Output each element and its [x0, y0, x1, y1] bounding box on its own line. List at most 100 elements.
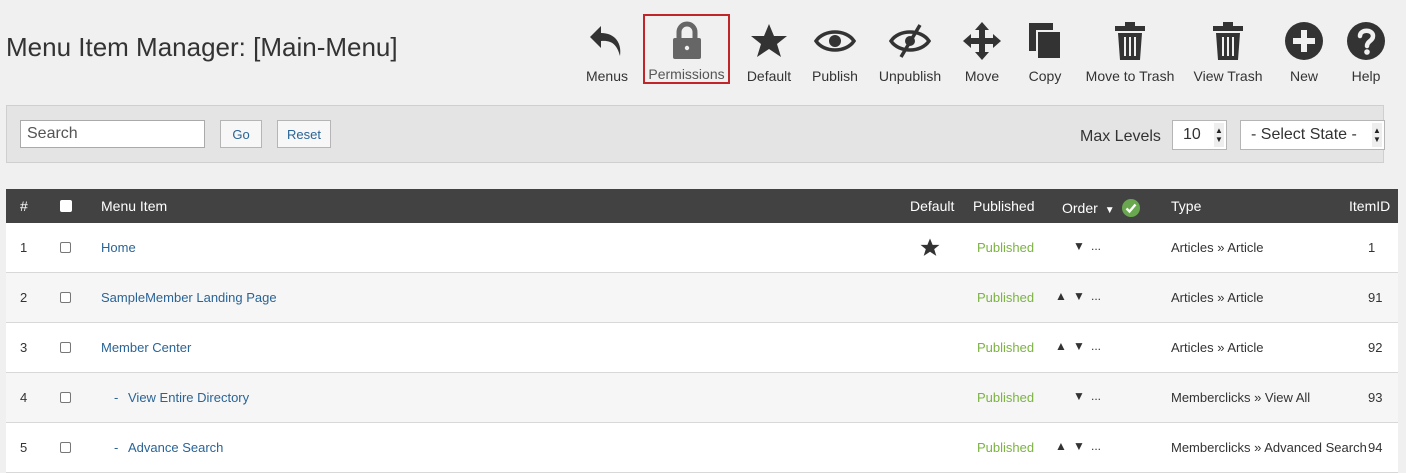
order-up-icon[interactable]: ▲	[1055, 439, 1067, 453]
header-item-id[interactable]: ItemID	[1349, 198, 1390, 214]
copy-button[interactable]: Copy	[1023, 14, 1067, 84]
header-order-label: Order	[1062, 200, 1098, 216]
order-down-icon[interactable]: ▼	[1073, 389, 1085, 403]
menus-button[interactable]: Menus	[583, 14, 631, 84]
published-status[interactable]: Published	[977, 290, 1034, 305]
reply-arrow-icon	[587, 18, 627, 64]
menu-item-link[interactable]: Home	[101, 240, 136, 255]
order-up-icon[interactable]: ▲	[1055, 339, 1067, 353]
row-checkbox[interactable]	[60, 392, 71, 403]
order-down-icon[interactable]: ▼	[1073, 289, 1085, 303]
header-default[interactable]: Default	[910, 198, 954, 214]
max-levels-select[interactable]: 10 ▲ ▼	[1172, 120, 1227, 150]
max-levels-value: 10	[1183, 126, 1201, 143]
default-button[interactable]: Default	[743, 14, 795, 84]
menu-item-type: Articles » Article	[1171, 340, 1264, 355]
table-row: 2 SampleMember Landing Page Published ▲ ▼...…	[6, 273, 1398, 323]
default-label: Default	[746, 68, 792, 84]
default-star-icon[interactable]	[920, 238, 940, 260]
order-down-icon[interactable]: ▼	[1073, 239, 1085, 253]
move-label: Move	[964, 68, 1000, 84]
table-header: # Menu Item Default Published Order ▼ Ty…	[6, 189, 1398, 223]
header-type[interactable]: Type	[1171, 198, 1201, 214]
row-number: 2	[20, 290, 28, 305]
unpublish-button[interactable]: Unpublish	[877, 14, 943, 84]
order-down-icon[interactable]: ▼	[1073, 439, 1085, 453]
published-status[interactable]: Published	[977, 240, 1034, 255]
chevron-down-icon: ▲ ▼	[1214, 123, 1224, 147]
published-status[interactable]: Published	[977, 440, 1034, 455]
new-button[interactable]: New	[1282, 14, 1326, 84]
level-indent-dash: -	[114, 390, 119, 405]
order-down-icon[interactable]: ▼	[1073, 339, 1085, 353]
order-controls: ▲ ▼...	[1055, 289, 1101, 303]
move-arrows-icon	[962, 18, 1002, 64]
star-icon	[750, 18, 788, 64]
row-checkbox[interactable]	[60, 242, 71, 253]
menus-label: Menus	[585, 68, 629, 84]
menu-item-link[interactable]: View Entire Directory	[128, 390, 249, 405]
select-all-checkbox[interactable]	[60, 200, 72, 212]
plus-circle-icon	[1284, 18, 1324, 64]
save-order-icon[interactable]	[1121, 198, 1141, 218]
trash-icon	[1212, 18, 1244, 64]
help-button[interactable]: Help	[1344, 14, 1388, 84]
row-checkbox[interactable]	[60, 342, 71, 353]
table-row: 3 Member Center Published ▲ ▼... Articles » A…	[6, 323, 1398, 373]
published-status[interactable]: Published	[977, 390, 1034, 405]
item-id: 91	[1368, 290, 1383, 305]
publish-button[interactable]: Publish	[809, 14, 861, 84]
header-menu-item[interactable]: Menu Item	[101, 198, 167, 214]
menu-item-type: Memberclicks » Advanced Search	[1171, 440, 1367, 455]
order-up-icon[interactable]: ▲	[1055, 289, 1067, 303]
table-row: 5 - Advance Search Published ▲ ▼... Memberclic…	[6, 423, 1398, 473]
order-ellipsis: ...	[1091, 389, 1102, 403]
row-number: 4	[20, 390, 28, 405]
order-ellipsis: ...	[1091, 239, 1102, 253]
row-checkbox[interactable]	[60, 442, 71, 453]
move-to-trash-label: Move to Trash	[1085, 68, 1175, 84]
order-ellipsis: ...	[1091, 339, 1102, 353]
go-button[interactable]: Go	[220, 120, 262, 148]
question-circle-icon	[1346, 18, 1386, 64]
menu-item-type: Articles » Article	[1171, 290, 1264, 305]
copy-icon	[1027, 18, 1063, 64]
trash-icon	[1114, 18, 1146, 64]
published-status[interactable]: Published	[977, 340, 1034, 355]
header-number: #	[20, 198, 28, 214]
reset-button[interactable]: Reset	[277, 120, 331, 148]
permissions-button[interactable]: Permissions	[643, 14, 730, 84]
state-select[interactable]: - Select State - ▲ ▼	[1240, 120, 1385, 150]
item-id: 1	[1368, 240, 1376, 255]
header-published[interactable]: Published	[973, 198, 1035, 214]
item-id: 94	[1368, 440, 1383, 455]
help-label: Help	[1351, 68, 1381, 84]
row-checkbox[interactable]	[60, 292, 71, 303]
item-id: 93	[1368, 390, 1383, 405]
order-ellipsis: ...	[1091, 289, 1102, 303]
move-button[interactable]: Move	[957, 14, 1007, 84]
view-trash-button[interactable]: View Trash	[1193, 14, 1263, 84]
order-ellipsis: ...	[1091, 439, 1102, 453]
menu-item-link[interactable]: Member Center	[101, 340, 191, 355]
menu-item-type: Articles » Article	[1171, 240, 1264, 255]
new-label: New	[1289, 68, 1318, 84]
table-row: 4 -View Entire Directory Published ▲▼... Mem…	[6, 373, 1398, 423]
search-input[interactable]	[20, 120, 205, 148]
move-to-trash-button[interactable]: Move to Trash	[1086, 14, 1174, 84]
state-select-value: - Select State -	[1251, 126, 1357, 143]
menu-item-link[interactable]: Advance Search	[128, 440, 223, 455]
row-number: 5	[20, 440, 28, 455]
eye-icon	[814, 18, 856, 64]
menu-item-type: Memberclicks » View All	[1171, 390, 1311, 405]
row-number: 3	[20, 340, 28, 355]
sort-desc-icon: ▼	[1104, 205, 1115, 216]
unpublish-label: Unpublish	[878, 68, 942, 84]
header-order[interactable]: Order ▼	[1062, 198, 1141, 218]
order-controls: ▲ ▼...	[1055, 339, 1101, 353]
menu-item-link[interactable]: SampleMember Landing Page	[101, 290, 277, 305]
publish-label: Publish	[812, 68, 858, 84]
filter-bar: Go Reset Max Levels 10 ▲▼ - Select State…	[6, 105, 1385, 163]
order-controls: ▲▼...	[1055, 389, 1101, 403]
lock-icon	[670, 20, 704, 62]
